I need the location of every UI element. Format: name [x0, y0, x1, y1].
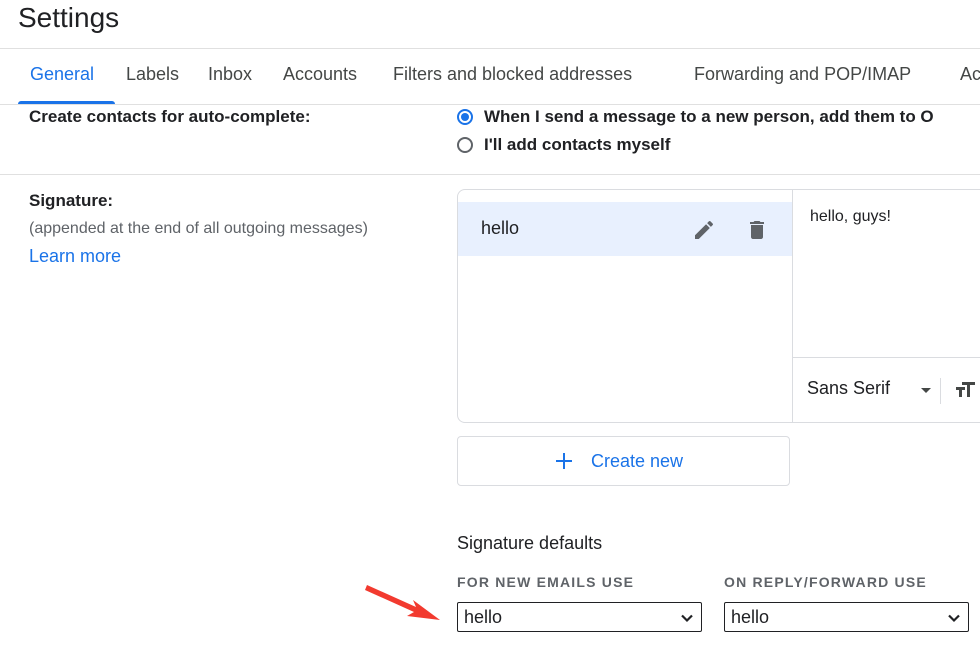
text-size-icon[interactable] — [953, 378, 979, 402]
active-tab-indicator — [18, 101, 115, 104]
signature-list: hello — [458, 190, 793, 422]
learn-more-link[interactable]: Learn more — [29, 246, 121, 267]
tab-accounts-and-import[interactable]: Ac — [960, 64, 980, 85]
tab-inbox[interactable]: Inbox — [208, 64, 252, 85]
autocomplete-option-add-label: When I send a message to a new person, a… — [484, 107, 934, 126]
signature-subtitle: (appended at the end of all outgoing mes… — [29, 220, 368, 237]
caret-down-icon[interactable] — [921, 388, 931, 393]
signature-format-toolbar: Sans Serif — [793, 357, 980, 422]
reply-forward-signature-value: hello — [731, 607, 770, 627]
settings-tabs: General Labels Inbox Accounts Filters an… — [0, 50, 980, 105]
signature-title: Signature: — [29, 191, 114, 210]
tab-filters[interactable]: Filters and blocked addresses — [393, 64, 632, 85]
tab-labels[interactable]: Labels — [126, 64, 179, 85]
signature-editor-text[interactable]: hello, guys! — [810, 208, 891, 226]
tab-forwarding[interactable]: Forwarding and POP/IMAP — [694, 64, 911, 85]
create-new-label: Create new — [591, 451, 684, 471]
autocomplete-option-add[interactable]: When I send a message to a new person, a… — [457, 107, 934, 127]
pencil-icon[interactable] — [692, 218, 716, 242]
signature-item-name: hello — [481, 218, 520, 238]
tab-accounts[interactable]: Accounts — [283, 64, 357, 85]
toolbar-separator — [940, 378, 941, 404]
radio-unchecked-icon[interactable] — [457, 137, 473, 153]
signature-editor-panel: hello hello, guys! Sans Serif — [457, 189, 980, 423]
autocomplete-option-manual[interactable]: I'll add contacts myself — [457, 135, 670, 155]
page-title: Settings — [18, 2, 120, 33]
font-family-select[interactable]: Sans Serif — [807, 378, 890, 399]
tab-general[interactable]: General — [30, 64, 94, 85]
new-emails-signature-value: hello — [464, 607, 503, 627]
plus-icon — [556, 453, 572, 469]
create-new-button[interactable]: Create new — [457, 436, 790, 486]
signature-list-item[interactable]: hello — [458, 202, 792, 256]
autocomplete-option-manual-label: I'll add contacts myself — [484, 135, 671, 154]
new-emails-signature-select[interactable]: hello — [457, 602, 702, 632]
new-emails-label: FOR NEW EMAILS USE — [457, 574, 635, 590]
header-divider — [0, 48, 980, 49]
trash-icon[interactable] — [745, 218, 769, 242]
reply-forward-signature-select[interactable]: hello — [724, 602, 969, 632]
red-arrow-icon — [365, 585, 440, 620]
autocomplete-label: Create contacts for auto-complete: — [29, 107, 311, 126]
signature-defaults-title: Signature defaults — [457, 533, 603, 553]
reply-forward-label: ON REPLY/FORWARD USE — [724, 574, 927, 590]
radio-checked-icon[interactable] — [457, 109, 473, 125]
chevron-down-icon — [681, 614, 693, 623]
chevron-down-icon — [948, 614, 960, 623]
section-divider — [0, 174, 980, 175]
